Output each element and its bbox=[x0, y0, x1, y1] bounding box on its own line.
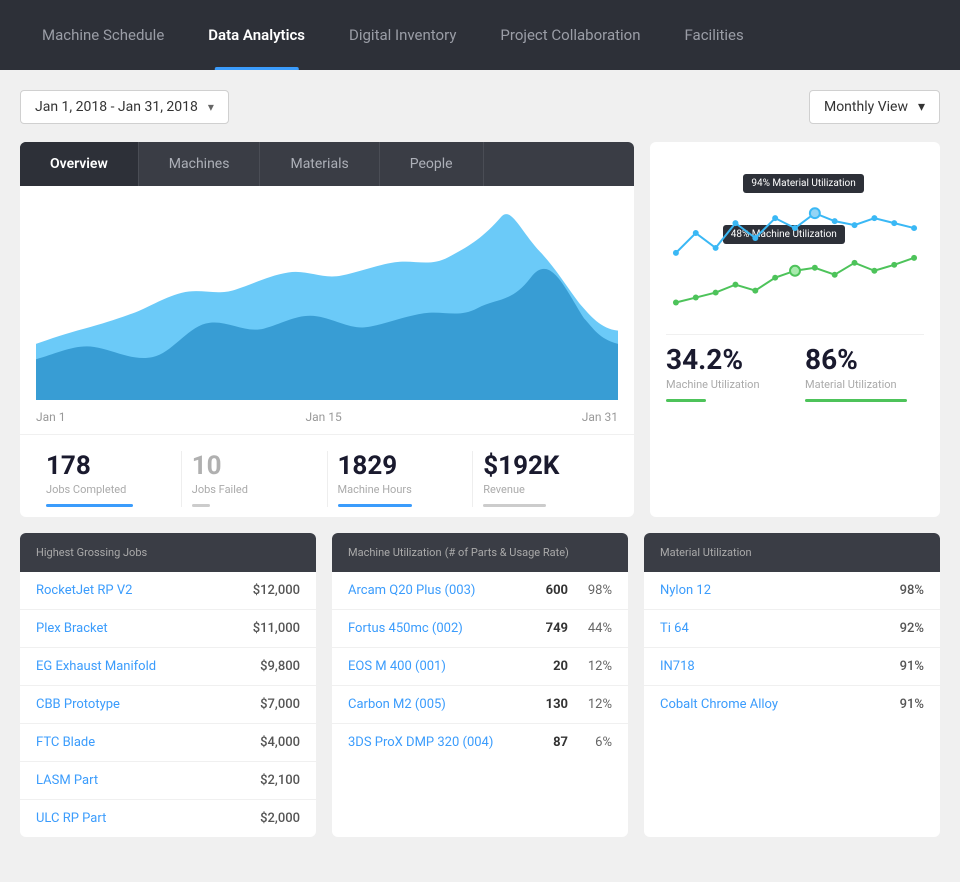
machine-utilization-header: Machine Utilization (# of Parts & Usage … bbox=[332, 533, 628, 572]
utilization-chart: 94% Material Utilization 48% Machine Uti… bbox=[666, 158, 924, 318]
table-row: ULC RP Part $2,000 bbox=[20, 800, 316, 837]
table-row: EOS M 400 (001) 20 12% bbox=[332, 648, 628, 686]
top-controls: Jan 1, 2018 - Jan 31, 2018 ▾ Monthly Vie… bbox=[20, 90, 940, 124]
table-row: CBB Prototype $7,000 bbox=[20, 686, 316, 724]
stat-bar bbox=[46, 504, 133, 507]
stat-machine-hours: 1829 Machine Hours bbox=[328, 451, 474, 507]
bottom-grid: Highest Grossing Jobs RocketJet RP V2 $1… bbox=[20, 533, 940, 837]
table-row: Cobalt Chrome Alloy 91% bbox=[644, 686, 940, 723]
stat-revenue: $192K Revenue bbox=[473, 451, 618, 507]
table-row: IN718 91% bbox=[644, 648, 940, 686]
table-row: FTC Blade $4,000 bbox=[20, 724, 316, 762]
right-panel: 94% Material Utilization 48% Machine Uti… bbox=[650, 142, 940, 517]
right-stat-bar bbox=[666, 399, 706, 402]
main-chart bbox=[20, 186, 634, 406]
stat-bar bbox=[338, 504, 413, 507]
view-selector[interactable]: Monthly View ▾ bbox=[809, 90, 940, 124]
table-row: Arcam Q20 Plus (003) 600 98% bbox=[332, 572, 628, 610]
nav-bar: Machine Schedule Data Analytics Digital … bbox=[0, 0, 960, 70]
tab-machines[interactable]: Machines bbox=[139, 142, 261, 186]
highest-grossing-table: Highest Grossing Jobs RocketJet RP V2 $1… bbox=[20, 533, 316, 837]
tab-people[interactable]: People bbox=[380, 142, 484, 186]
right-stat-bar bbox=[805, 399, 907, 402]
dashboard-grid: Overview Machines Materials People bbox=[20, 142, 940, 517]
analytics-panel: Overview Machines Materials People bbox=[20, 142, 634, 517]
date-range-picker[interactable]: Jan 1, 2018 - Jan 31, 2018 ▾ bbox=[20, 90, 229, 124]
right-stats: 34.2% Machine Utilization 86% Material U… bbox=[666, 334, 924, 402]
table-row: Ti 64 92% bbox=[644, 610, 940, 648]
nav-item-digital-inventory[interactable]: Digital Inventory bbox=[327, 0, 478, 70]
table-row: LASM Part $2,100 bbox=[20, 762, 316, 800]
chart-x-labels: Jan 1 Jan 15 Jan 31 bbox=[20, 406, 634, 434]
analytics-tabs: Overview Machines Materials People bbox=[20, 142, 634, 186]
stats-row: 178 Jobs Completed 10 Jobs Failed 1829 M… bbox=[20, 434, 634, 517]
stat-bar bbox=[192, 504, 211, 507]
right-stat-machine: 34.2% Machine Utilization bbox=[666, 343, 785, 402]
tab-materials[interactable]: Materials bbox=[260, 142, 379, 186]
table-row: Plex Bracket $11,000 bbox=[20, 610, 316, 648]
table-row: RocketJet RP V2 $12,000 bbox=[20, 572, 316, 610]
chevron-down-icon: ▾ bbox=[208, 100, 214, 114]
table-row: Fortus 450mc (002) 749 44% bbox=[332, 610, 628, 648]
nav-item-data-analytics[interactable]: Data Analytics bbox=[186, 0, 327, 70]
nav-item-facilities[interactable]: Facilities bbox=[663, 0, 766, 70]
tab-overview[interactable]: Overview bbox=[20, 142, 139, 186]
table-row: Nylon 12 98% bbox=[644, 572, 940, 610]
table-row: 3DS ProX DMP 320 (004) 87 6% bbox=[332, 724, 628, 761]
material-utilization-table: Material Utilization Nylon 12 98% Ti 64 … bbox=[644, 533, 940, 837]
table-row: Carbon M2 (005) 130 12% bbox=[332, 686, 628, 724]
right-stat-material: 86% Material Utilization bbox=[805, 343, 924, 402]
machine-utilization-table: Machine Utilization (# of Parts & Usage … bbox=[332, 533, 628, 837]
main-content: Jan 1, 2018 - Jan 31, 2018 ▾ Monthly Vie… bbox=[0, 70, 960, 882]
chevron-down-icon: ▾ bbox=[918, 99, 925, 115]
stat-jobs-completed: 178 Jobs Completed bbox=[36, 451, 182, 507]
nav-item-machine-schedule[interactable]: Machine Schedule bbox=[20, 0, 186, 70]
nav-item-project-collaboration[interactable]: Project Collaboration bbox=[478, 0, 662, 70]
stat-bar bbox=[483, 504, 545, 507]
stat-jobs-failed: 10 Jobs Failed bbox=[182, 451, 328, 507]
table-row: EG Exhaust Manifold $9,800 bbox=[20, 648, 316, 686]
highest-grossing-header: Highest Grossing Jobs bbox=[20, 533, 316, 572]
material-utilization-header: Material Utilization bbox=[644, 533, 940, 572]
